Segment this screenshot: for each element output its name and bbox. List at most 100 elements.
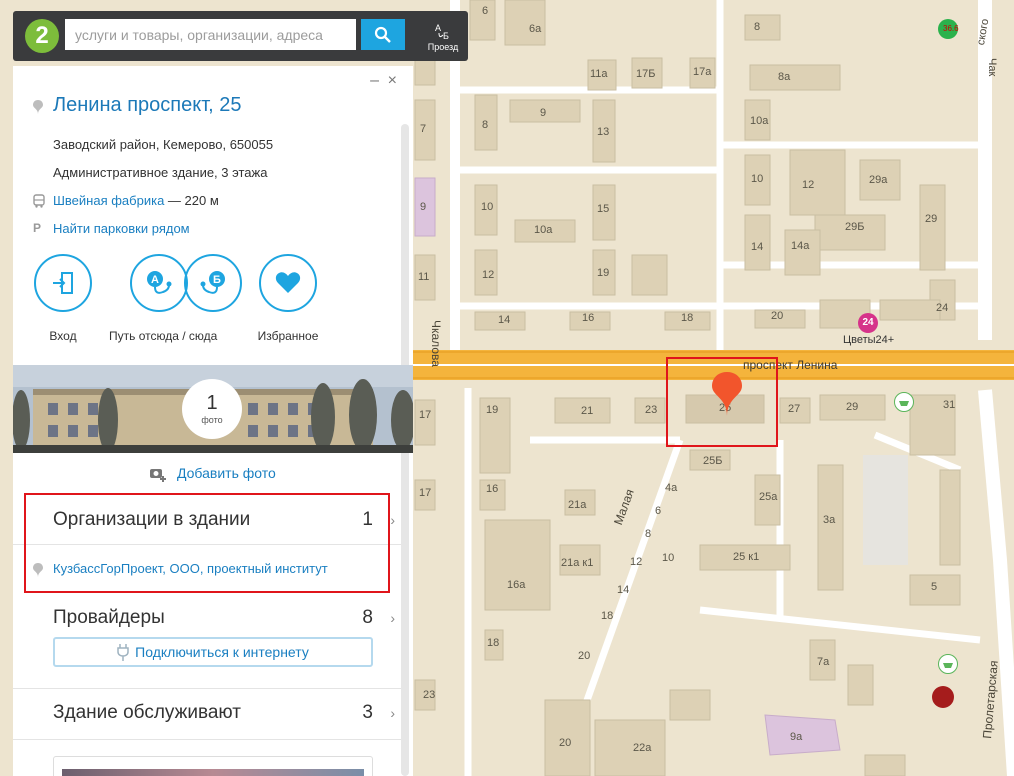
building-number: 29 bbox=[925, 213, 938, 225]
svg-text:A: A bbox=[151, 274, 159, 286]
building-number: 19 bbox=[486, 404, 499, 416]
providers-title[interactable]: Провайдеры bbox=[53, 607, 165, 629]
grocery-icon[interactable] bbox=[894, 392, 914, 412]
building-number: 17 bbox=[419, 487, 432, 499]
building-number: 21а bbox=[568, 499, 587, 511]
search-icon bbox=[374, 26, 391, 43]
building-number: 9 bbox=[420, 201, 427, 213]
photo-count-label: фото bbox=[201, 415, 223, 425]
minimize-icon[interactable]: – bbox=[370, 72, 379, 90]
building-number: 12 bbox=[630, 556, 643, 568]
building-number: 27 bbox=[788, 403, 801, 415]
camera-add-icon bbox=[150, 469, 166, 482]
building-number: 25а bbox=[759, 491, 778, 503]
building-number: 9а bbox=[790, 731, 803, 743]
svg-text:A: A bbox=[435, 23, 441, 33]
building-number: 31 bbox=[943, 399, 956, 411]
flower-shop-icon[interactable]: 24 bbox=[858, 313, 878, 333]
building-number: 20 bbox=[578, 650, 591, 662]
selected-building-highlight bbox=[666, 357, 778, 447]
building-photo[interactable]: 1 фото bbox=[13, 365, 413, 453]
search-input[interactable] bbox=[65, 19, 356, 50]
favorite-button[interactable]: Избранное bbox=[248, 254, 328, 343]
building-number: 18 bbox=[601, 610, 614, 622]
building-number: 11 bbox=[418, 271, 430, 283]
building-number: 6а bbox=[529, 23, 542, 35]
building-number: 12 bbox=[482, 269, 495, 281]
building-number: 16 bbox=[486, 483, 499, 495]
building-number: 18 bbox=[681, 312, 694, 324]
service-card[interactable] bbox=[53, 756, 373, 776]
stop-link[interactable]: Швейная фабрика bbox=[53, 193, 164, 208]
building-number: 25 к1 bbox=[733, 551, 760, 563]
building-number: 17 bbox=[419, 409, 432, 421]
svg-text:Б: Б bbox=[443, 31, 449, 41]
building-number: 21 bbox=[581, 405, 594, 417]
entrance-button[interactable]: Вход bbox=[23, 254, 103, 343]
poi-label-cvety[interactable]: Цветы24+ bbox=[843, 334, 894, 346]
route-b-icon: Б bbox=[200, 271, 225, 294]
service-title[interactable]: Здание обслуживают bbox=[53, 702, 241, 724]
building-number: 8 bbox=[482, 119, 489, 131]
building-number: 14а bbox=[791, 240, 810, 252]
divider bbox=[13, 739, 401, 740]
divider bbox=[13, 688, 401, 689]
shop-icon[interactable] bbox=[932, 686, 954, 708]
search-button[interactable] bbox=[361, 19, 405, 50]
svg-text:Б: Б bbox=[213, 274, 221, 286]
building-number: 10 bbox=[662, 552, 675, 564]
building-number: 3а bbox=[823, 514, 836, 526]
providers-count: 8 bbox=[362, 607, 373, 628]
building-number: 23 bbox=[423, 689, 436, 701]
service-count: 3 bbox=[362, 702, 373, 723]
logo[interactable]: 2 bbox=[25, 19, 59, 53]
building-number: 13 bbox=[597, 126, 610, 138]
building-number: 6 bbox=[482, 5, 489, 17]
address-title: Ленина проспект, 25 bbox=[53, 94, 242, 116]
route-from-label: Путь отсюда / сюда bbox=[109, 329, 218, 343]
nearest-stop: Швейная фабрика — 220 м bbox=[53, 193, 219, 208]
building-number: 7а bbox=[817, 656, 830, 668]
add-photo-link[interactable]: Добавить фото bbox=[177, 465, 276, 481]
chevron-right-icon[interactable]: › bbox=[390, 705, 395, 721]
building-number: 4а bbox=[665, 482, 678, 494]
pharmacy-poi[interactable]: 36.6 bbox=[943, 24, 959, 33]
building-number: 6 bbox=[655, 505, 662, 517]
building-number: 25Б bbox=[703, 455, 723, 467]
photo-count-badge[interactable]: 1 фото bbox=[182, 379, 242, 439]
route-button[interactable]: A Б Проезд bbox=[418, 15, 468, 57]
chevron-right-icon[interactable]: › bbox=[390, 512, 395, 528]
building-number: 7 bbox=[420, 123, 427, 135]
building-number: 9 bbox=[540, 107, 547, 119]
building-number: 29а bbox=[869, 174, 888, 186]
location-text: Заводский район, Кемерово, 650055 bbox=[53, 137, 274, 152]
building-number: 8 bbox=[645, 528, 652, 540]
building-number: 17а bbox=[693, 66, 712, 78]
building-number: 5 bbox=[931, 581, 938, 593]
location-pin-icon bbox=[33, 100, 43, 114]
building-type-text: Административное здание, 3 этажа bbox=[53, 165, 268, 180]
connect-internet-button[interactable]: Подключиться к интернету bbox=[53, 637, 373, 667]
info-panel: – × Ленина проспект, 25 Заводский район,… bbox=[13, 66, 413, 776]
grocery-icon[interactable] bbox=[938, 654, 958, 674]
building-number: 14 bbox=[617, 584, 630, 596]
route-ab-icon: A bbox=[147, 271, 172, 294]
route-to-button[interactable]: Б bbox=[173, 254, 253, 329]
building-number: 20 bbox=[559, 737, 572, 749]
building-number: 14 bbox=[751, 241, 764, 253]
chevron-right-icon[interactable]: › bbox=[390, 610, 395, 626]
building-number: 22а bbox=[633, 742, 652, 754]
building-number: 8 bbox=[754, 21, 761, 33]
close-icon[interactable]: × bbox=[388, 72, 397, 90]
building-number: 10 bbox=[751, 173, 764, 185]
route-label: Проезд bbox=[427, 41, 459, 52]
heart-icon bbox=[275, 272, 301, 293]
building-number: 24 bbox=[936, 302, 949, 314]
parking-link[interactable]: Найти парковки рядом bbox=[53, 221, 190, 236]
building-number: 15 bbox=[597, 203, 610, 215]
building-number: 10а bbox=[534, 224, 553, 236]
search-bar: 2 A Б Проезд bbox=[13, 11, 468, 61]
favorite-label: Избранное bbox=[257, 329, 319, 343]
building-number: 29 bbox=[846, 401, 859, 413]
building-number: 17Б bbox=[636, 68, 656, 80]
